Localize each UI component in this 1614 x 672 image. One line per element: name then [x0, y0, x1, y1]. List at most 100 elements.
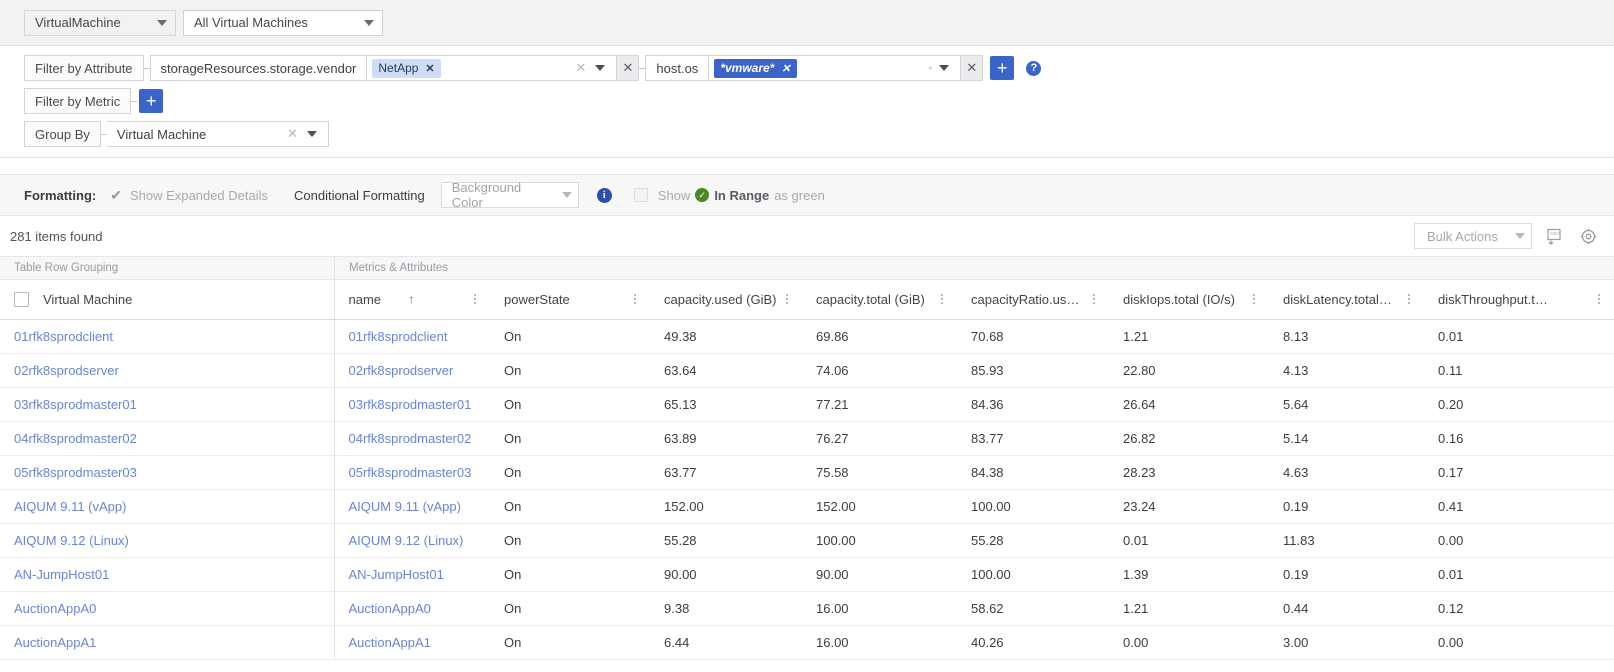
column-menu-icon[interactable]	[1592, 294, 1606, 304]
column-header-disk-iops[interactable]: diskIops.total (IO/s)	[1109, 280, 1269, 319]
info-circle-icon[interactable]: i	[597, 188, 612, 203]
add-attribute-filter-button[interactable]: +	[990, 56, 1014, 80]
background-color-select[interactable]: Background Color	[441, 182, 579, 208]
filter-chip-netapp[interactable]: NetApp ✕	[372, 59, 440, 78]
column-header-capacity-used[interactable]: capacity.used (GiB)	[650, 280, 802, 319]
column-menu-icon[interactable]	[468, 294, 482, 304]
vm-link[interactable]: AN-JumpHost01	[14, 567, 109, 582]
vm-link[interactable]: 01rfk8sprodclient	[14, 329, 113, 344]
attribute-value-field-0[interactable]: NetApp ✕ ✕	[367, 55, 617, 81]
vm-link[interactable]: AIQUM 9.12 (Linux)	[14, 533, 129, 548]
column-menu-icon[interactable]	[1087, 294, 1101, 304]
column-header-disk-latency[interactable]: diskLatency.total…	[1269, 280, 1424, 319]
filter-by-attribute-button[interactable]: Filter by Attribute	[24, 55, 144, 81]
cell-diskThroughput: 0.41	[1424, 489, 1614, 523]
column-menu-icon[interactable]	[780, 294, 794, 304]
column-menu-icon[interactable]	[1402, 294, 1416, 304]
table-toolbar: 281 items found Bulk Actions CSV	[0, 216, 1614, 256]
bulk-actions-button[interactable]: Bulk Actions	[1414, 223, 1532, 249]
group-by-button[interactable]: Group By	[24, 121, 101, 147]
filter-chip-label: *vmware*	[720, 61, 774, 75]
attribute-field-0[interactable]: storageResources.storage.vendor	[150, 55, 368, 81]
cell-powerState: On	[490, 489, 650, 523]
attribute-value-field-1[interactable]: *vmware* ✕ •	[709, 55, 961, 81]
column-header-capacity-total[interactable]: capacity.total (GiB)	[802, 280, 957, 319]
csv-export-icon[interactable]: CSV	[1546, 227, 1565, 246]
vm-link[interactable]: AIQUM 9.11 (vApp)	[14, 499, 126, 514]
table-row[interactable]: 04rfk8sprodmaster0204rfk8sprodmaster02On…	[0, 421, 1614, 455]
table-row[interactable]: 05rfk8sprodmaster0305rfk8sprodmaster03On…	[0, 455, 1614, 489]
bulk-actions-label: Bulk Actions	[1427, 229, 1509, 244]
chevron-down-icon[interactable]	[939, 65, 949, 71]
show-in-range-checkbox[interactable]	[634, 188, 648, 202]
remove-condition-button-1[interactable]: ✕	[961, 55, 983, 81]
column-label: powerState	[504, 292, 628, 307]
show-label: Show	[658, 188, 691, 203]
select-all-checkbox[interactable]	[14, 292, 29, 307]
gear-icon[interactable]	[1579, 227, 1598, 246]
object-type-select[interactable]: VirtualMachine	[24, 10, 176, 36]
cell-capacityTotal: 75.58	[802, 455, 957, 489]
table-row[interactable]: 03rfk8sprodmaster0103rfk8sprodmaster01On…	[0, 387, 1614, 421]
table-row[interactable]: AuctionAppA0AuctionAppA0On9.3816.0058.62…	[0, 591, 1614, 625]
column-header-virtual-machine[interactable]: Virtual Machine	[0, 280, 334, 319]
name-link[interactable]: 02rfk8sprodserver	[349, 363, 454, 378]
table-row[interactable]: AIQUM 9.11 (vApp)AIQUM 9.11 (vApp)On152.…	[0, 489, 1614, 523]
column-label: diskIops.total (IO/s)	[1123, 292, 1247, 307]
help-circle-icon[interactable]: ?	[1026, 61, 1041, 76]
group-by-field[interactable]: Virtual Machine ✕	[107, 121, 329, 147]
table-row[interactable]: 01rfk8sprodclient01rfk8sprodclientOn49.3…	[0, 319, 1614, 353]
column-menu-icon[interactable]	[1247, 294, 1261, 304]
background-color-value: Background Color	[452, 180, 556, 210]
name-link[interactable]: AIQUM 9.11 (vApp)	[349, 499, 461, 514]
name-link[interactable]: 01rfk8sprodclient	[349, 329, 448, 344]
table-row[interactable]: AuctionAppA1AuctionAppA1On6.4416.0040.26…	[0, 625, 1614, 659]
cell-name: 01rfk8sprodclient	[334, 319, 490, 353]
cell-capacityRatio: 58.62	[957, 591, 1109, 625]
vm-link[interactable]: AuctionAppA1	[14, 635, 96, 650]
name-link[interactable]: 05rfk8sprodmaster03	[349, 465, 472, 480]
attribute-field-1[interactable]: host.os	[645, 55, 709, 81]
vm-link[interactable]: 03rfk8sprodmaster01	[14, 397, 137, 412]
filter-panel: Filter by Attribute storageResources.sto…	[0, 46, 1614, 158]
chip-remove-icon[interactable]: ✕	[425, 62, 434, 75]
filter-chip-vmware[interactable]: *vmware* ✕	[714, 59, 796, 78]
name-link[interactable]: AIQUM 9.12 (Linux)	[349, 533, 464, 548]
column-header-name[interactable]: name ↑	[334, 280, 490, 319]
clear-x-icon[interactable]: ✕	[569, 60, 592, 76]
add-metric-filter-button[interactable]: +	[139, 89, 163, 113]
name-link[interactable]: AN-JumpHost01	[349, 567, 444, 582]
column-menu-icon[interactable]	[628, 294, 642, 304]
vm-link[interactable]: 02rfk8sprodserver	[14, 363, 119, 378]
column-header-disk-throughput[interactable]: diskThroughput.t…	[1424, 280, 1614, 319]
cell-name: 03rfk8sprodmaster01	[334, 387, 490, 421]
name-link[interactable]: AuctionAppA1	[349, 635, 431, 650]
remove-condition-button-0[interactable]: ✕	[617, 55, 639, 81]
vm-link[interactable]: AuctionAppA0	[14, 601, 96, 616]
cell-name: AIQUM 9.11 (vApp)	[334, 489, 490, 523]
cell-virtual-machine: AuctionAppA0	[0, 591, 334, 625]
vm-link[interactable]: 04rfk8sprodmaster02	[14, 431, 137, 446]
column-menu-icon[interactable]	[935, 294, 949, 304]
cell-capacityTotal: 76.27	[802, 421, 957, 455]
show-expanded-details-toggle[interactable]: Show Expanded Details	[130, 188, 268, 203]
column-header-capacity-ratio[interactable]: capacityRatio.us…	[957, 280, 1109, 319]
filter-by-metric-button[interactable]: Filter by Metric	[24, 88, 131, 114]
name-link[interactable]: 04rfk8sprodmaster02	[349, 431, 472, 446]
chevron-down-icon[interactable]	[307, 131, 317, 137]
column-label: capacity.used (GiB)	[664, 292, 780, 307]
chevron-down-icon[interactable]	[595, 65, 605, 71]
object-scope-select[interactable]: All Virtual Machines	[183, 10, 383, 36]
clear-x-icon[interactable]: ✕	[281, 126, 304, 142]
chip-remove-icon[interactable]: ✕	[781, 62, 790, 75]
table-row[interactable]: 02rfk8sprodserver02rfk8sprodserverOn63.6…	[0, 353, 1614, 387]
column-header-powerstate[interactable]: powerState	[490, 280, 650, 319]
vm-link[interactable]: 05rfk8sprodmaster03	[14, 465, 137, 480]
table-row[interactable]: AIQUM 9.12 (Linux)AIQUM 9.12 (Linux)On55…	[0, 523, 1614, 557]
conditional-formatting-button[interactable]: Conditional Formatting	[294, 188, 425, 203]
name-link[interactable]: 03rfk8sprodmaster01	[349, 397, 472, 412]
name-link[interactable]: AuctionAppA0	[349, 601, 431, 616]
cell-name: 05rfk8sprodmaster03	[334, 455, 490, 489]
sort-ascending-icon[interactable]: ↑	[408, 292, 414, 306]
table-row[interactable]: AN-JumpHost01AN-JumpHost01On90.0090.0010…	[0, 557, 1614, 591]
